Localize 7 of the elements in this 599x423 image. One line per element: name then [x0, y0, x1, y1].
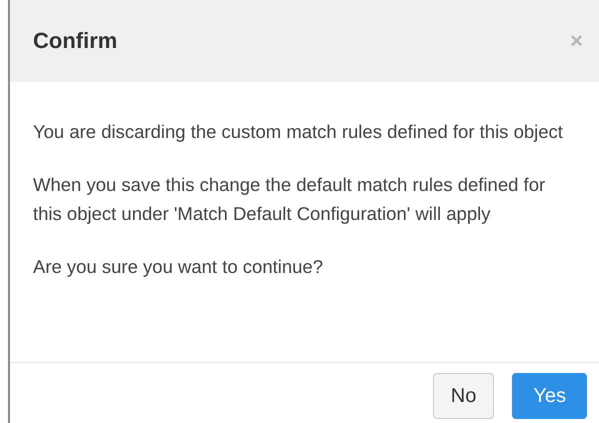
- dialog-title: Confirm: [33, 28, 118, 54]
- message-text: When you save this change the default match rules defined for this object under 'Match Default Configuration' will apply: [33, 173, 546, 226]
- cancel-button[interactable]: No: [432, 373, 494, 419]
- confirm-button[interactable]: Yes: [512, 373, 587, 419]
- message-text: Are you sure you want to continue?: [33, 255, 324, 279]
- close-button[interactable]: ×: [570, 30, 583, 52]
- message-text: You are discarding the custom match rules defined for this object: [33, 120, 564, 144]
